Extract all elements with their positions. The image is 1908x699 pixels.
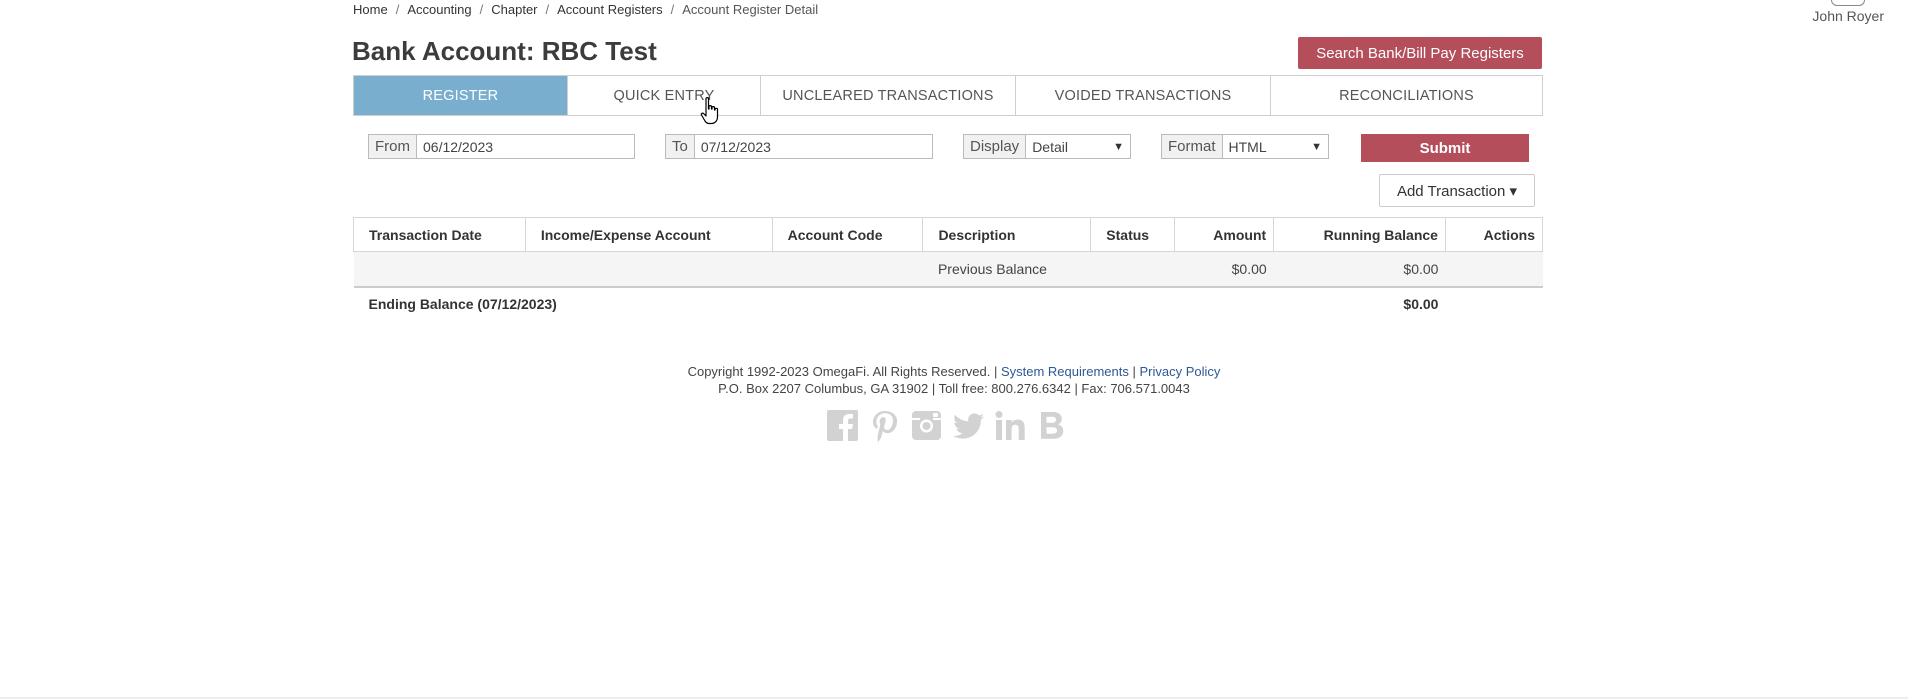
- tab-quick-entry[interactable]: QUICK ENTRY: [568, 76, 761, 115]
- previous-amount: $0.00: [1174, 251, 1274, 288]
- breadcrumb-chapter[interactable]: Chapter: [491, 2, 537, 17]
- footer-address: P.O. Box 2207 Columbus, GA 31902 | Toll …: [718, 381, 1190, 396]
- to-date-input[interactable]: 07/12/2023: [695, 135, 932, 158]
- format-label: Format: [1162, 135, 1223, 158]
- chevron-down-icon: ▼: [1311, 140, 1322, 153]
- breadcrumb-separator: /: [479, 2, 484, 17]
- chevron-down-icon: ▼: [1113, 140, 1124, 153]
- previous-balance-label: Previous Balance: [922, 251, 1091, 288]
- register-table: Transaction Date Income/Expense Account …: [353, 217, 1544, 321]
- cell-empty: [353, 251, 526, 288]
- cell-empty: [1175, 287, 1274, 321]
- cell-empty: [1445, 251, 1543, 288]
- display-select[interactable]: Display Detail ▼: [963, 134, 1131, 159]
- display-selected-value: Detail: [1032, 138, 1068, 155]
- user-menu[interactable]: John Royer: [1812, 0, 1884, 24]
- breadcrumb-separator: /: [545, 2, 550, 17]
- b-icon[interactable]: [1036, 408, 1069, 442]
- header-running-balance[interactable]: Running Balance: [1273, 217, 1446, 252]
- from-date-input[interactable]: 06/12/2023: [417, 135, 634, 158]
- table-row: Previous Balance $0.00 $0.00: [353, 251, 1543, 288]
- from-label: From: [369, 135, 417, 158]
- page-title: Bank Account: RBC Test: [352, 36, 657, 66]
- breadcrumb-accounting[interactable]: Accounting: [407, 2, 471, 17]
- footer-copyright-line: Copyright 1992-2023 OmegaFi. All Rights …: [0, 364, 1908, 379]
- tab-register[interactable]: REGISTER: [354, 76, 568, 115]
- social-links: [826, 408, 1069, 442]
- system-requirements-link[interactable]: System Requirements: [1001, 364, 1129, 379]
- breadcrumb-account-registers[interactable]: Account Registers: [557, 2, 663, 17]
- search-registers-button[interactable]: Search Bank/Bill Pay Registers: [1298, 37, 1542, 69]
- header-amount[interactable]: Amount: [1174, 217, 1275, 252]
- header-income-expense-account[interactable]: Income/Expense Account: [524, 217, 773, 252]
- table-header-row: Transaction Date Income/Expense Account …: [353, 217, 1544, 252]
- breadcrumb-separator: /: [670, 2, 675, 17]
- cell-empty: [1091, 287, 1175, 321]
- add-transaction-button[interactable]: Add Transaction ▾: [1379, 174, 1535, 207]
- header-transaction-date[interactable]: Transaction Date: [353, 217, 526, 252]
- twitter-icon[interactable]: [952, 408, 985, 442]
- header-account-code[interactable]: Account Code: [771, 217, 924, 252]
- instagram-icon[interactable]: [910, 408, 943, 442]
- breadcrumb: Home / Accounting / Chapter / Account Re…: [353, 2, 818, 17]
- ending-balance-row: Ending Balance (07/12/2023) $0.00: [354, 287, 1543, 321]
- submit-button[interactable]: Submit: [1361, 134, 1529, 162]
- ending-balance-label: Ending Balance (07/12/2023): [368, 296, 557, 312]
- previous-running-balance: $0.00: [1273, 251, 1446, 288]
- privacy-policy-link[interactable]: Privacy Policy: [1140, 364, 1221, 379]
- cell-empty: [1445, 287, 1542, 321]
- avatar: [1831, 0, 1866, 6]
- breadcrumb-home[interactable]: Home: [353, 2, 388, 17]
- ending-running-balance: $0.00: [1403, 296, 1439, 312]
- from-date-field[interactable]: From 06/12/2023: [368, 134, 635, 159]
- header-status[interactable]: Status: [1090, 217, 1176, 252]
- to-date-field[interactable]: To 07/12/2023: [665, 134, 933, 159]
- tab-voided-transactions[interactable]: VOIDED TRANSACTIONS: [1016, 76, 1271, 115]
- to-label: To: [666, 135, 695, 158]
- user-name: John Royer: [1812, 8, 1884, 24]
- hand-cursor-icon: [700, 96, 722, 131]
- cell-empty: [923, 287, 1091, 321]
- facebook-icon[interactable]: [826, 408, 859, 442]
- tab-reconciliations[interactable]: RECONCILIATIONS: [1271, 76, 1542, 115]
- tab-uncleared-transactions[interactable]: UNCLEARED TRANSACTIONS: [761, 76, 1016, 115]
- pinterest-icon[interactable]: [868, 408, 901, 442]
- format-select[interactable]: Format HTML ▼: [1161, 134, 1329, 159]
- format-selected-value: HTML: [1228, 138, 1267, 155]
- cell-empty: [525, 251, 773, 288]
- header-actions: Actions: [1444, 217, 1544, 252]
- breadcrumb-account-register-detail: Account Register Detail: [682, 2, 819, 17]
- format-select-value[interactable]: HTML ▼: [1223, 135, 1328, 158]
- cell-empty: [772, 251, 923, 288]
- display-label: Display: [964, 135, 1027, 158]
- footer-separator: |: [1132, 364, 1136, 379]
- linkedin-icon[interactable]: [994, 408, 1027, 442]
- copyright-text: Copyright 1992-2023 OmegaFi. All Rights …: [687, 364, 998, 379]
- cell-empty: [1090, 251, 1175, 288]
- register-tabs: REGISTER QUICK ENTRY UNCLEARED TRANSACTI…: [353, 75, 1543, 116]
- header-description[interactable]: Description: [922, 217, 1092, 252]
- breadcrumb-separator: /: [395, 2, 400, 17]
- display-select-value[interactable]: Detail ▼: [1026, 135, 1130, 158]
